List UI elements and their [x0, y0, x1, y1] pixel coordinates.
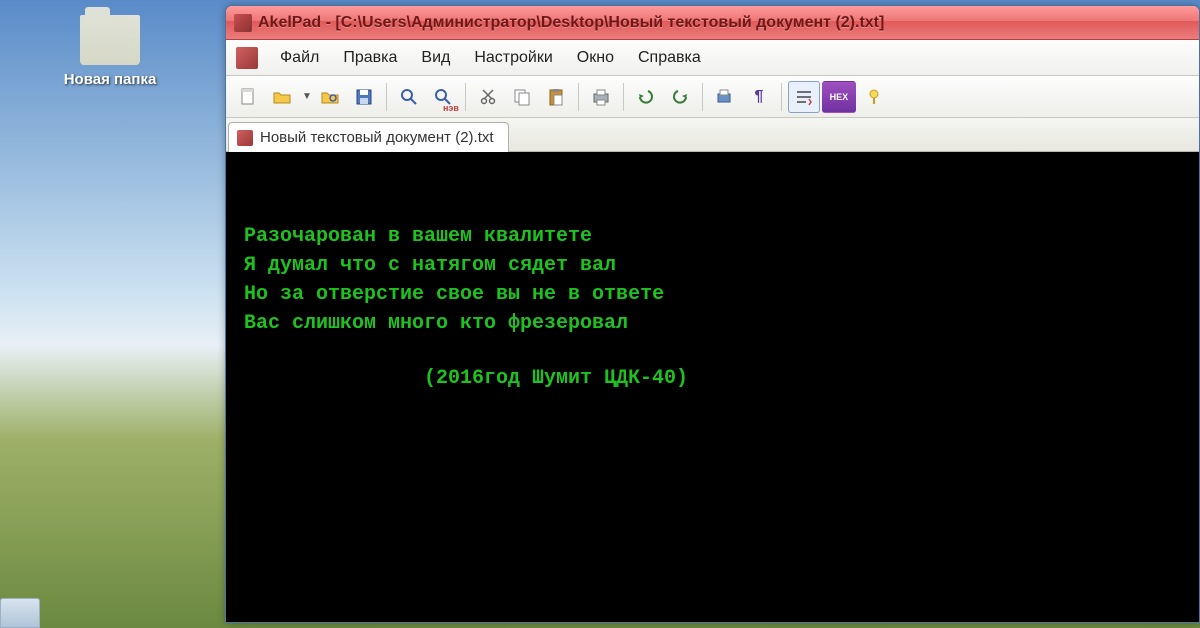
editor-signature: (2016год Шумит ЦДК-40): [244, 364, 1199, 393]
menubar: Файл Правка Вид Настройки Окно Справка: [226, 40, 1199, 76]
titlebar[interactable]: AkelPad - [C:\Users\Администратор\Deskto…: [226, 6, 1199, 40]
chevron-down-icon[interactable]: ▼: [300, 91, 312, 102]
separator: [386, 83, 387, 111]
editor-line: Но за отверстие свое вы не в ответе: [244, 280, 1199, 309]
separator: [623, 83, 624, 111]
cut-button[interactable]: [472, 81, 504, 113]
menu-window[interactable]: Окно: [565, 45, 626, 71]
menu-edit[interactable]: Правка: [331, 45, 409, 71]
folder-icon: [80, 15, 140, 65]
text-editor[interactable]: Разочарован в вашем квалитетеЯ думал что…: [226, 152, 1199, 622]
menu-help[interactable]: Справка: [626, 45, 713, 71]
menu-file[interactable]: Файл: [268, 45, 331, 71]
editor-line: Я думал что с натягом сядет вал: [244, 251, 1199, 280]
folder-label: Новая папка: [55, 71, 165, 88]
akelpad-window: AkelPad - [C:\Users\Администратор\Deskto…: [225, 5, 1200, 623]
tabbar: Новый текстовый документ (2).txt: [226, 118, 1199, 152]
separator: [781, 83, 782, 111]
tab-document[interactable]: Новый текстовый документ (2).txt: [228, 122, 509, 152]
search-folder-button[interactable]: [314, 81, 346, 113]
wordwrap-button[interactable]: [788, 81, 820, 113]
hex-button[interactable]: HEX: [822, 81, 856, 113]
tab-label: Новый текстовый документ (2).txt: [260, 129, 494, 146]
print-preview-button[interactable]: [709, 81, 741, 113]
redo-button[interactable]: [664, 81, 696, 113]
undo-button[interactable]: [630, 81, 662, 113]
menu-view[interactable]: Вид: [409, 45, 462, 71]
open-file-button[interactable]: [266, 81, 298, 113]
find-button[interactable]: [393, 81, 425, 113]
toolbar: ▼ нэв: [226, 76, 1199, 118]
editor-line: Вас слишком много кто фрезеровал: [244, 309, 1199, 338]
save-button[interactable]: [348, 81, 380, 113]
print-button[interactable]: [585, 81, 617, 113]
separator: [465, 83, 466, 111]
desktop-folder[interactable]: Новая папка: [55, 15, 165, 88]
new-file-button[interactable]: [232, 81, 264, 113]
paste-button[interactable]: [540, 81, 572, 113]
taskbar-fragment: [0, 598, 40, 628]
editor-line: Разочарован в вашем квалитете: [244, 222, 1199, 251]
separator: [702, 83, 703, 111]
menu-settings[interactable]: Настройки: [462, 45, 564, 71]
document-icon: [237, 130, 253, 146]
app-icon: [234, 14, 252, 32]
copy-button[interactable]: [506, 81, 538, 113]
app-icon: [236, 47, 258, 69]
show-codes-button[interactable]: ¶: [743, 81, 775, 113]
find-web-button[interactable]: нэв: [427, 81, 459, 113]
separator: [578, 83, 579, 111]
window-title: AkelPad - [C:\Users\Администратор\Deskto…: [258, 14, 884, 32]
highlight-button[interactable]: [858, 81, 890, 113]
